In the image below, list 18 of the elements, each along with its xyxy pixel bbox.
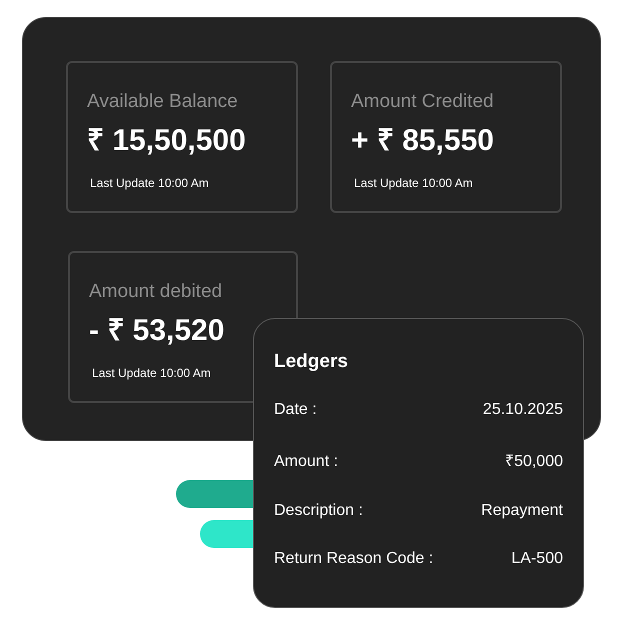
card-amount: + ₹ 85,550 [351, 123, 494, 159]
field-label: Return Reason Code : [274, 549, 434, 569]
field-label: Description : [274, 501, 363, 521]
last-update-text: Last Update 10:00 Am [354, 175, 473, 191]
field-label: Date : [274, 400, 317, 420]
field-value: 25.10.2025 [482, 400, 563, 420]
ledger-title: Ledgers [274, 350, 348, 374]
card-amount: ₹ 15,50,500 [87, 123, 246, 159]
card-label: Available Balance [87, 90, 238, 114]
field-value: Repayment [481, 501, 563, 521]
last-update-text: Last Update 10:00 Am [92, 365, 211, 381]
card-amount: - ₹ 53,520 [89, 313, 224, 349]
card-label: Amount Credited [351, 90, 494, 114]
card-label: Amount debited [89, 280, 222, 304]
field-value: LA-500 [511, 549, 563, 569]
last-update-text: Last Update 10:00 Am [90, 175, 209, 191]
field-label: Amount : [274, 452, 338, 472]
field-value: ₹50,000 [505, 452, 563, 472]
